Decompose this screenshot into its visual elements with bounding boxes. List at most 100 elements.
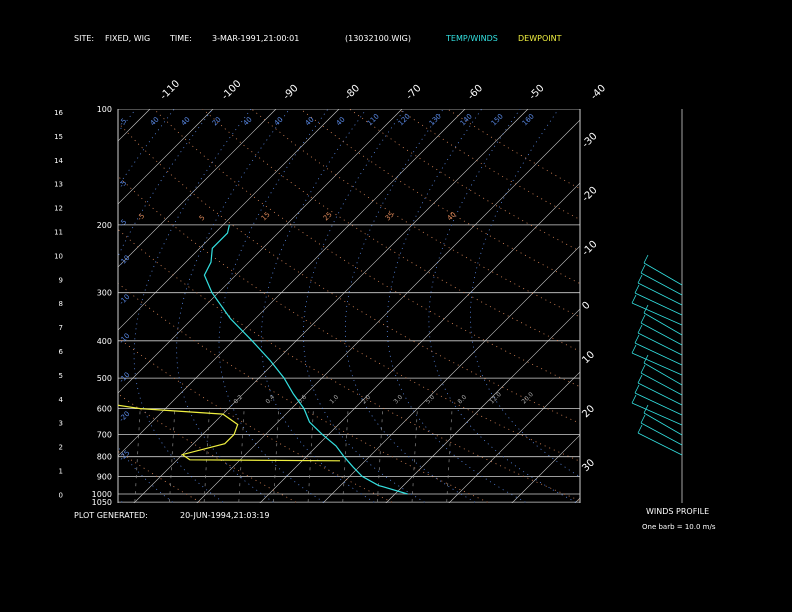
height-km-tick-label: 12 [54, 205, 63, 213]
footer: PLOT GENERATED: 20-JUN-1994,21:03:19 WIN… [74, 507, 716, 531]
pressure-tick-label: 800 [97, 453, 112, 462]
moist-adiabat-label: -10 [118, 371, 132, 385]
height-km-tick-label: 6 [59, 348, 64, 356]
moist-adiabat-line [218, 109, 329, 503]
isotherm-line [118, 109, 151, 142]
pressure-tick-label: 500 [97, 374, 112, 383]
mixing-ratio-label: 1.0 [328, 394, 340, 406]
pressure-tick-label: 200 [97, 221, 112, 230]
temperature-trace [203, 224, 408, 495]
mixing-ratio-line [446, 408, 453, 503]
legend-temp-winds: TEMP/WINDS [445, 34, 498, 43]
wind-barb [634, 342, 683, 366]
mixing-ratio-label: 8.0 [456, 394, 468, 406]
height-km-tick-label: 7 [59, 324, 63, 332]
moist-adiabat-line [118, 109, 137, 133]
dry-adiabat-label: 5 [198, 214, 207, 223]
moist-adiabat-top-label: -5 [118, 117, 129, 128]
wind-barb [637, 332, 683, 356]
wind-barb [637, 282, 683, 306]
moist-adiabat-top-label: 40 [304, 115, 316, 127]
wind-barb-flag [637, 274, 643, 284]
mixing-ratio-line [273, 408, 280, 503]
dewpoint-trace [118, 404, 341, 462]
dry-adiabat-line [118, 393, 297, 503]
skew-t-grid [0, 72, 792, 510]
dry-adiabat-label: 15 [260, 210, 272, 222]
isotherm-line [0, 72, 61, 510]
wind-barb-flag [631, 294, 637, 304]
moist-adiabat-top-label: 40 [149, 115, 161, 127]
dry-adiabat-line [300, 109, 580, 285]
time-value: 3-MAR-1991,21:00:01 [212, 34, 299, 43]
skew-t-diagram: SITE: FIXED, WIG TIME: 3-MAR-1991,21:00:… [0, 34, 792, 531]
height-km-tick-label: 2 [59, 444, 63, 452]
isotherm-line [118, 109, 277, 268]
wind-barb [643, 262, 683, 286]
file-id: (13032100.WIG) [345, 34, 411, 43]
moist-adiabat-top-label: 40 [242, 115, 254, 127]
top-isotherm-label: -110 [158, 78, 182, 102]
moist-adiabat-line [469, 109, 580, 478]
wind-barb [640, 322, 683, 346]
pressure-tick-label: 100 [97, 105, 112, 114]
pressure-tick-label: 400 [97, 337, 112, 346]
top-isotherm-label: -100 [220, 78, 244, 102]
isotherm-line [259, 182, 580, 503]
moist-adiabat-top-label: 150 [490, 112, 505, 127]
top-isotherm-label: -70 [404, 83, 423, 102]
moist-adiabat-label: -5 [118, 179, 129, 190]
wind-barb-flag [643, 304, 649, 314]
right-isotherm-label: -20 [580, 185, 599, 204]
wind-barb-flag [640, 314, 646, 324]
moist-adiabat-line [386, 109, 526, 503]
right-isotherm-label: -30 [580, 131, 599, 150]
wind-barb-flag [640, 364, 646, 374]
moist-adiabat-top-label: 110 [366, 112, 381, 127]
wind-barb-flag [631, 344, 637, 354]
height-km-tick-label: 1 [59, 468, 63, 476]
legend-dewpoint: DEWPOINT [518, 34, 562, 43]
top-isotherm-label: -40 [589, 83, 608, 102]
isotherm-line [631, 72, 792, 510]
right-isotherm-label: 30 [580, 457, 597, 474]
wind-barb-flag [631, 394, 637, 404]
wind-barb-flag [640, 414, 646, 424]
height-km-tick-label: 14 [54, 157, 63, 165]
height-km-tick-label: 16 [54, 109, 63, 117]
moist-adiabat-label: -10 [118, 332, 132, 346]
wind-barb [631, 402, 683, 426]
pressure-tick-label: 600 [97, 405, 112, 414]
height-km-tick-label: 15 [54, 133, 63, 141]
mixing-ratio-label: 0.6 [296, 394, 308, 406]
height-km-tick-label: 8 [59, 300, 63, 308]
moist-adiabat-top-label: 40 [335, 115, 347, 127]
isotherm-line [118, 109, 466, 457]
dry-adiabat-line [153, 109, 580, 388]
isotherm-line [118, 109, 214, 205]
pressure-tick-label: 300 [97, 289, 112, 298]
right-isotherm-label: 10 [580, 349, 597, 366]
top-isotherm-label: -90 [281, 83, 300, 102]
site-label: SITE: [74, 34, 94, 43]
plot-generated-label: PLOT GENERATED: [74, 511, 148, 520]
mixing-ratio-label: 12.0 [488, 391, 503, 406]
mixing-ratio-label: 2.0 [360, 394, 372, 406]
wind-barb [631, 352, 683, 376]
dry-adiabat-line [118, 228, 580, 502]
header: SITE: FIXED, WIG TIME: 3-MAR-1991,21:00:… [74, 34, 562, 43]
dry-adiabat-line [349, 109, 580, 252]
wind-barb-flag [640, 264, 646, 274]
moist-adiabat-top-label: 120 [397, 112, 412, 127]
right-isotherm-label: 0 [580, 300, 592, 312]
height-km-tick-label: 10 [54, 252, 63, 260]
isotherm-line [196, 119, 580, 503]
dry-adiabat-label: 25 [322, 210, 334, 222]
moist-adiabat-label: -10 [118, 293, 132, 307]
wind-barb [640, 372, 683, 396]
wind-barb-flag [643, 354, 649, 364]
wind-barb-flag [637, 324, 643, 334]
mixing-ratio-label: 3.0 [392, 394, 404, 406]
right-isotherm-label: -10 [580, 239, 599, 258]
dry-adiabat-line [202, 109, 580, 352]
